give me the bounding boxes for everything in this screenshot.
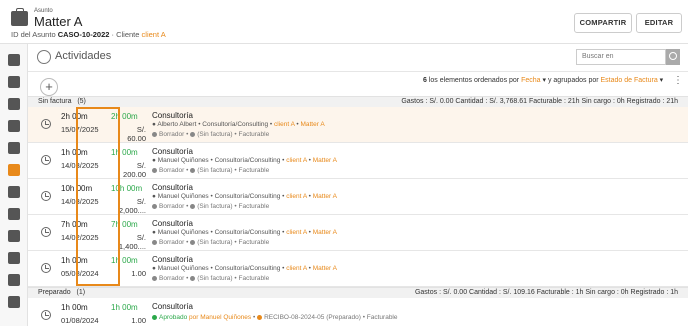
client-link[interactable]: client A — [286, 193, 307, 200]
folder-icon[interactable] — [8, 252, 20, 264]
activity-description[interactable]: Consultoría — [152, 219, 193, 228]
billed-time: 1h 00m — [111, 303, 138, 312]
activity-row[interactable]: 7h 00m 14/02/2025 7h 00m S/. 1,400.... C… — [28, 215, 688, 251]
activity-meta: ● Manuel Quiñones • Consultoría/Consulti… — [152, 265, 337, 272]
activity-meta: ● Manuel Quiñones • Consultoría/Consulti… — [152, 193, 337, 200]
add-activity-button[interactable]: + — [40, 78, 58, 96]
billed-column-highlight — [76, 107, 120, 286]
briefcase-icon — [11, 8, 28, 26]
matter-id: CASO-10-2022 — [57, 30, 110, 39]
activity-status: Borrador • (Sin factura) • Facturable — [152, 203, 269, 210]
calendar-check-icon[interactable] — [8, 120, 20, 132]
matter-link[interactable]: Matter A — [313, 265, 337, 272]
main-panel: Actividades Buscar en + 6 los elementos … — [28, 44, 688, 326]
activity-status: Borrador • (Sin factura) • Facturable — [152, 131, 269, 138]
group-field-dropdown[interactable]: Estado de Factura — [601, 77, 658, 84]
receipt-link[interactable]: RECIBO-08-2024-05 (Preparado) — [264, 314, 361, 321]
billed-amount: 1.00 — [131, 269, 146, 278]
money-icon[interactable] — [8, 208, 20, 220]
matter-link[interactable]: Matter A — [300, 121, 324, 128]
user-icon[interactable] — [8, 76, 20, 88]
activities-header: Actividades Buscar en — [28, 44, 688, 72]
activity-row[interactable]: 1h 00m 14/03/2025 1h 00m S/. 200.00 Cons… — [28, 143, 688, 179]
activity-row[interactable]: 2h 00m 15/07/2025 2h 00m S/. 60.00 Consu… — [28, 107, 688, 143]
client-link[interactable]: client A — [286, 157, 307, 164]
activity-duration: 1h 00m — [61, 303, 88, 312]
clock-icon — [41, 119, 51, 129]
activity-description[interactable]: Consultoría — [152, 183, 193, 192]
client-link[interactable]: client A — [286, 265, 307, 272]
client-link[interactable]: client A — [286, 229, 307, 236]
activity-meta: ● Manuel Quiñones • Consultoría/Consulti… — [152, 157, 337, 164]
search-icon[interactable] — [666, 49, 680, 65]
clock-icon — [41, 191, 51, 201]
activity-meta: ● Alberto Albert • Consultoría/Consultin… — [152, 121, 325, 128]
more-options-icon[interactable]: ⋮ — [673, 75, 683, 86]
activity-status: Aprobado por Manuel Quiñones • RECIBO-08… — [152, 314, 398, 321]
group-totals: Gastos : S/. 0.00 Cantidad : S/. 3,768.6… — [401, 98, 678, 105]
billed-amount: S/. 1,400.... — [118, 233, 146, 251]
clock-icon — [41, 227, 51, 237]
matter-link[interactable]: Matter A — [313, 157, 337, 164]
group-totals: Gastos : S/. 0.00 Cantidad : S/. 109.16 … — [414, 289, 678, 296]
activities-title: Actividades — [55, 50, 112, 62]
client-link[interactable]: client A — [142, 30, 166, 39]
book-icon[interactable] — [8, 54, 20, 66]
page-title: Matter A — [34, 14, 83, 29]
activity-status: Borrador • (Sin factura) • Facturable — [152, 275, 269, 282]
matter-link[interactable]: Matter A — [313, 229, 337, 236]
edit-button[interactable]: EDITAR — [636, 13, 682, 33]
billed-amount: S/. 200.00 — [123, 161, 146, 179]
activity-description[interactable]: Consultoría — [152, 255, 193, 264]
activity-row[interactable]: 1h 00m 01/08/2024 1h 00m 1.00 Consultorí… — [28, 298, 688, 326]
share-icon[interactable] — [8, 98, 20, 110]
transfer-icon[interactable] — [8, 186, 20, 198]
sidebar — [0, 44, 28, 326]
billed-amount: 1.00 — [131, 316, 146, 325]
sort-summary: 6 los elementos ordenados por Fecha ▾ y … — [423, 77, 664, 84]
document-icon[interactable] — [8, 230, 20, 242]
matter-id-line: ID del Asunto CASO-10-2022 · Cliente cli… — [11, 30, 166, 39]
top-bar: Asunto Matter A ID del Asunto CASO-10-20… — [0, 0, 688, 44]
activities-icon[interactable] — [8, 164, 20, 176]
share-button[interactable]: COMPARTIR — [574, 13, 632, 33]
activity-date: 01/08/2024 — [61, 316, 99, 325]
clock-icon — [41, 155, 51, 165]
client-link[interactable]: client A — [274, 121, 295, 128]
settings-icon[interactable] — [8, 296, 20, 308]
clock-icon — [41, 263, 51, 273]
activity-description[interactable]: Consultoría — [152, 111, 193, 120]
activity-meta: ● Manuel Quiñones • Consultoría/Consulti… — [152, 229, 337, 236]
billed-amount: S/. 2,000.... — [118, 197, 146, 215]
billed-amount: S/. 60.00 — [127, 125, 146, 143]
activity-description[interactable]: Consultoría — [152, 302, 193, 311]
activities-clock-icon — [37, 50, 51, 64]
matter-link[interactable]: Matter A — [313, 193, 337, 200]
activity-status: Borrador • (Sin factura) • Facturable — [152, 239, 269, 246]
activity-description[interactable]: Consultoría — [152, 147, 193, 156]
briefcase-user-icon[interactable] — [8, 142, 20, 154]
search-input[interactable]: Buscar en — [576, 49, 666, 65]
sort-field-dropdown[interactable]: Fecha — [521, 77, 540, 84]
clock-icon — [41, 310, 51, 320]
group-header-preparado[interactable]: Preparado (1) Gastos : S/. 0.00 Cantidad… — [28, 287, 688, 298]
approver: por Manuel Quiñones — [189, 314, 252, 321]
activity-row[interactable]: 10h 00m 14/03/2025 10h 00m S/. 2,000....… — [28, 179, 688, 215]
activity-row[interactable]: 1h 00m 05/08/2024 1h 00m 1.00 Consultorí… — [28, 251, 688, 287]
group-header-sin-factura[interactable]: Sin factura (5) Gastos : S/. 0.00 Cantid… — [28, 96, 688, 107]
activity-status: Borrador • (Sin factura) • Facturable — [152, 167, 269, 174]
mail-icon[interactable] — [8, 274, 20, 286]
